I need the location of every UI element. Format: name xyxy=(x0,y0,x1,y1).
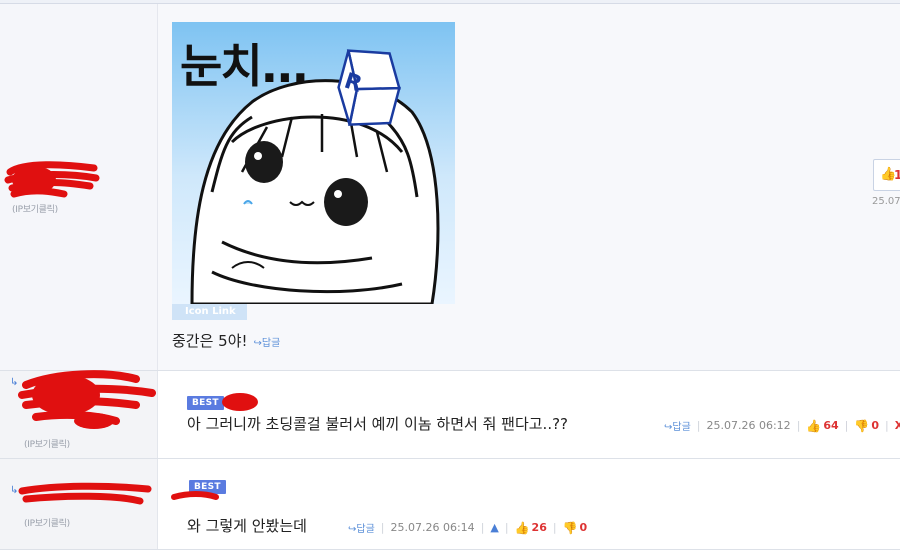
best-badge: BEST xyxy=(187,396,224,410)
upvote-count: 1 xyxy=(894,168,900,182)
image-caption: 눈치... xyxy=(180,39,309,93)
comment-text: 와 그렇게 안봤는데 xyxy=(187,515,307,536)
thumbs-down-icon[interactable]: 👎 xyxy=(563,521,578,535)
comment-date: 25.07.26 06:14 xyxy=(390,521,475,534)
reply-button[interactable]: ↪답글 xyxy=(348,520,375,535)
redacted-nickname xyxy=(4,161,100,198)
comment-meta: ↪답글 | 25.07.26 06:12 | 👍 64 | 👎 0 | X xyxy=(658,418,900,434)
reply-button[interactable]: ↪답글 xyxy=(254,338,281,349)
comment-image[interactable]: R 눈치... xyxy=(172,22,455,304)
ip-view-link[interactable]: (IP보기클릭) xyxy=(24,437,70,450)
downvote-count: 0 xyxy=(871,419,879,432)
reply-button[interactable]: ↪답글 xyxy=(664,418,691,433)
redacted-badge-name xyxy=(171,491,219,500)
thumbs-up-icon[interactable]: 👍 xyxy=(806,419,821,433)
comment-author-column: ↳ (IP보기클릭) xyxy=(0,370,158,458)
comment-body: BEST 아 그러니까 초딩콜걸 불러서 예끼 이놈 하면서 줘 팬다고..??… xyxy=(158,371,900,458)
divider: | xyxy=(696,419,701,432)
comment-date: 25.07.26 06:12 xyxy=(706,419,791,432)
comment-text: 중간은 5야! ↪답글 xyxy=(172,330,280,351)
divider: | xyxy=(885,419,889,432)
upvote-button[interactable]: 👍 1 xyxy=(873,159,900,191)
comment-item: (IP보기클릭) R 눈치... Icon Link 중간은 5야! ↪답글 xyxy=(0,4,900,371)
ip-view-link[interactable]: (IP보기클릭) xyxy=(12,202,58,215)
comment-author-column: ↳ (IP보기클릭) xyxy=(0,459,158,549)
redacted-nickname xyxy=(18,482,152,505)
downvote-count: 0 xyxy=(579,521,588,534)
divider: | xyxy=(480,521,485,534)
comment-item: ↳ (IP보기클릭) BEST 와 그렇게 안봤는데 ↪답글 | 25.07.2… xyxy=(0,459,900,550)
comment-text-content: 와 그렇게 안봤는데 xyxy=(187,517,307,535)
divider: | xyxy=(796,419,801,432)
comment-meta: ↪답글 | 25.07.26 06:14 | ▲ | 👍 26 | 👎 0 xyxy=(342,520,588,536)
upvote-count: 64 xyxy=(823,419,839,432)
comment-text-content: 아 그러니까 초딩콜걸 불러서 예끼 이놈 하면서 줘 팬다고..?? xyxy=(187,415,569,433)
redacted-nickname xyxy=(18,370,156,429)
comment-text: 아 그러니까 초딩콜걸 불러서 예끼 이놈 하면서 줘 팬다고..?? xyxy=(187,413,568,434)
divider: | xyxy=(380,521,385,534)
comment-body: BEST 와 그렇게 안봤는데 ↪답글 | 25.07.26 06:14 | ▲… xyxy=(158,459,900,549)
thumbs-up-icon[interactable]: 👍 xyxy=(515,521,530,535)
delete-button[interactable]: X xyxy=(895,419,900,432)
divider: | xyxy=(552,521,557,534)
comment-page: (IP보기클릭) R 눈치... Icon Link 중간은 5야! ↪답글 👍… xyxy=(0,0,900,550)
thumbs-down-icon[interactable]: 👎 xyxy=(854,419,869,433)
comment-author-column: (IP보기클릭) xyxy=(0,4,158,370)
comment-date: 25.07. xyxy=(872,196,900,207)
comment-text-content: 중간은 5야! xyxy=(172,332,248,350)
icon-link-button[interactable]: Icon Link xyxy=(172,304,247,320)
upvote-count: 26 xyxy=(531,521,547,534)
report-bell-icon[interactable]: ▲ xyxy=(490,521,498,534)
comment-item: ↳ (IP보기클릭) BEST 아 그러니까 초딩콜걸 불러서 예끼 이놈 하면… xyxy=(0,370,900,459)
comment-body: R 눈치... Icon Link 중간은 5야! ↪답글 xyxy=(158,4,900,370)
divider: | xyxy=(844,419,849,432)
ip-view-link[interactable]: (IP보기클릭) xyxy=(24,516,70,529)
divider: | xyxy=(504,521,509,534)
redacted-badge-name xyxy=(222,393,258,411)
